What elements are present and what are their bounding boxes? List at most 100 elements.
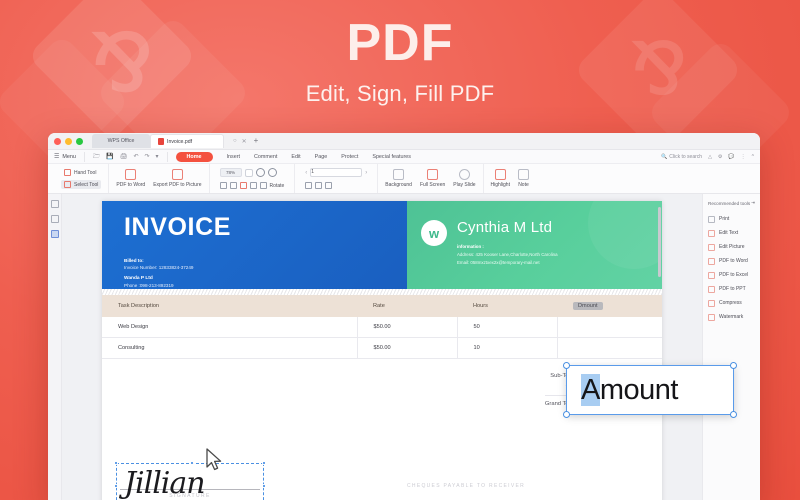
resize-handle-n[interactable] [190,461,194,465]
client-phone: Phone :098-213-892319 [124,283,174,288]
invoice-header-right: w Cynthia M Ltd information : Address: 4… [407,201,662,289]
close-window-icon[interactable] [54,137,61,145]
edit-popup-text[interactable]: Amount [581,373,679,407]
ribbon-tab-edit[interactable]: Edit [291,154,300,160]
rotate-right-icon[interactable] [259,182,267,189]
resize-handle-e[interactable] [262,484,266,488]
popup-handle-sw[interactable] [563,411,570,418]
resize-handle-ne[interactable] [262,461,266,465]
pdf-file-icon [158,138,164,145]
ribbon-tab-page[interactable]: Page [315,154,328,160]
crop-icon[interactable] [239,182,247,189]
resize-handle-w[interactable] [114,484,118,488]
undo-icon[interactable]: ↶ [133,153,138,160]
column-header-amount[interactable]: Dmount [573,302,603,310]
rotate-left-icon[interactable] [249,182,257,189]
cell-rate: $50.00 [357,317,458,338]
mouse-cursor [206,448,223,477]
ribbon-group-annotate: Highlight Note [482,164,536,193]
edit-picture-icon [708,243,715,251]
feedback-icon[interactable]: 💬 [728,154,734,160]
more-icon[interactable]: ▾ [156,153,159,160]
highlight-icon [494,169,506,180]
billed-to-label: Billed to: [124,258,144,263]
layers-icon[interactable] [50,230,59,238]
tool-edit-text[interactable]: Edit Text [708,226,755,240]
zoom-out-icon[interactable] [255,168,265,177]
cell-amount [557,337,662,359]
highlight-button[interactable]: Highlight [491,169,510,188]
minimize-window-icon[interactable] [65,137,72,145]
export-pdf-to-picture-button[interactable]: Export PDF to Picture [153,169,202,188]
ribbon-tab-comment[interactable]: Comment [254,154,277,160]
share-icon[interactable]: △ [708,154,712,160]
fit-page-icon[interactable] [229,182,237,189]
folder-open-icon[interactable]: 🗁 [93,152,100,162]
hand-tool-button[interactable]: Hand Tool [61,168,101,177]
close-icon[interactable]: ✕ [242,138,247,145]
chevron-left-icon[interactable]: ‹ [305,170,307,176]
new-tab-button[interactable]: + [254,137,259,145]
zoom-window-icon[interactable] [76,137,83,145]
full-screen-button[interactable]: Full Screen [420,169,445,188]
document-viewport[interactable]: INVOICE Billed to: Invoice Number: 12833… [62,194,702,500]
settings-icon[interactable]: ⚙ [718,154,722,160]
select-tool-button[interactable]: Select Tool [61,180,102,189]
collapse-icon[interactable]: ⇥ [751,200,755,206]
ribbon-tab-protect[interactable]: Protect [341,154,358,160]
multi-page-icon[interactable] [315,182,323,189]
tool-edit-text-label: Edit Text [719,230,739,236]
text-edit-popup[interactable]: Amount [563,362,737,418]
more-vertical-icon[interactable]: ⋮ [741,154,746,160]
tool-edit-picture[interactable]: Edit Picture [708,240,755,254]
save-icon[interactable]: 💾 [106,153,113,160]
background-button[interactable]: Background [385,169,412,188]
hamburger-icon[interactable]: ☰ [54,153,59,160]
selected-character[interactable]: A [581,373,600,406]
ribbon-tab-home[interactable]: Home [175,151,213,162]
zoom-in-icon[interactable] [267,168,277,177]
pin-icon[interactable]: ○ [233,138,237,144]
chevron-right-icon[interactable]: › [365,170,367,176]
ribbon-tab-insert[interactable]: Insert [227,154,240,160]
hero-title: PDF [346,14,454,72]
menu-button[interactable]: Menu [62,154,76,160]
play-slide-button[interactable]: Play Slide [453,169,476,188]
traffic-lights[interactable] [54,137,83,145]
edit-popup-rest[interactable]: mount [600,374,679,406]
redo-icon[interactable]: ↷ [144,153,149,160]
vertical-scrollbar[interactable] [658,207,661,277]
page-number-input[interactable]: 1 [310,168,363,177]
ribbon-group-tools: Hand Tool Select Tool [54,164,108,193]
bookmarks-icon[interactable] [50,200,59,208]
tool-watermark[interactable]: Watermark [708,310,755,324]
column-header-amount-cell[interactable]: Dmount [557,295,662,317]
tab-wps-office[interactable]: WPS Office [92,134,150,148]
ribbon-tab-special-features[interactable]: Special features [372,154,411,160]
popup-handle-se[interactable] [730,411,737,418]
quick-access-toolbar[interactable]: 🗁 💾 🖨 ↶ ↷ ▾ [83,151,168,162]
tool-compress[interactable]: Compress [708,296,755,310]
tab-invoice-pdf[interactable]: Invoice.pdf [150,134,224,148]
popup-handle-nw[interactable] [563,362,570,369]
resize-handle-nw[interactable] [114,461,118,465]
thumbnails-icon[interactable] [50,215,59,223]
signature-object[interactable]: Jillian SIGNATURE [114,461,266,500]
print-icon[interactable]: 🖨 [120,153,128,160]
search-input[interactable]: 🔍 Click to search [661,154,702,160]
fit-width-icon[interactable] [219,182,227,189]
tool-pdf-to-excel[interactable]: PDF to Excel [708,268,755,282]
note-button[interactable]: Note [517,169,529,188]
background-icon [393,169,405,180]
zoom-level-input[interactable]: 78% [219,168,242,177]
zoom-dropdown-icon[interactable] [244,168,253,177]
invoice-title: INVOICE [124,213,231,241]
collapse-ribbon-icon[interactable]: ^ [752,154,754,160]
tool-pdf-to-word[interactable]: PDF to Word [708,254,755,268]
single-page-icon[interactable] [305,182,313,189]
pdf-to-word-button[interactable]: PDF to Word [116,169,145,188]
popup-handle-ne[interactable] [730,362,737,369]
continuous-scroll-icon[interactable] [325,182,333,189]
tool-pdf-to-ppt[interactable]: PDF to PPT [708,282,755,296]
tool-print[interactable]: Print [708,212,755,226]
